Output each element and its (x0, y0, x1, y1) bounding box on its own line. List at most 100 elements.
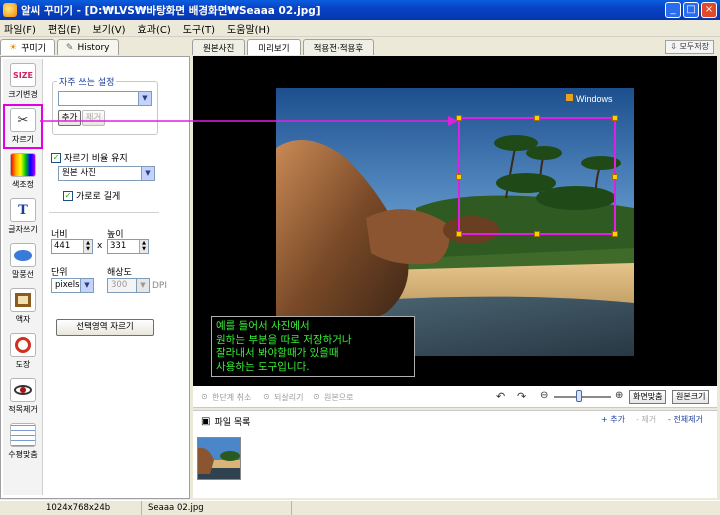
crop-handle-top-left[interactable] (456, 115, 462, 121)
menu-file[interactable]: 파일(F) (4, 21, 36, 36)
maximize-button[interactable]: □ (683, 2, 699, 18)
chevron-down-icon: ▼ (80, 279, 93, 292)
height-input[interactable]: 331 ▲ ▼ (107, 239, 149, 254)
tool-label: 글자쓰기 (8, 225, 38, 234)
fit-screen-button[interactable]: 화면맞춤 (629, 390, 667, 404)
keep-ratio-checkbox[interactable]: ✓ 자르기 비율 유지 (51, 151, 128, 164)
tool-crop[interactable]: ✂ 자르기 (3, 104, 43, 149)
file-thumbnail[interactable] (197, 437, 241, 480)
color-palette-icon (10, 153, 36, 177)
eye-icon (10, 378, 36, 402)
undo-step-button[interactable]: 한단계 취소 (212, 392, 251, 403)
tool-level[interactable]: 수평맞춤 (3, 419, 43, 464)
crop-handle-top-right[interactable] (612, 115, 618, 121)
zoom-out-icon[interactable]: ⊖ (540, 390, 548, 401)
presets-title: 자주 쓰는 설정 (57, 75, 117, 88)
menu-edit[interactable]: 편집(E) (48, 21, 81, 36)
resolution-select[interactable]: 300 ▼ (107, 278, 150, 293)
spinner-icon[interactable]: ▲ ▼ (139, 240, 148, 253)
crop-selection-button[interactable]: 선택영역 자르기 (56, 319, 154, 336)
tool-color-adjust[interactable]: 색조정 (3, 149, 43, 194)
tool-label: 액자 (15, 315, 31, 324)
undo-icon: ⊙ (201, 392, 208, 401)
crop-selection-box[interactable] (456, 115, 618, 237)
file-list-header: ▣ 파일 목록 (201, 415, 250, 428)
sun-icon: ☀ (9, 42, 18, 53)
ratio-value: 원본 사진 (62, 168, 96, 178)
remove-all-button[interactable]: - 전체제거 (668, 414, 703, 425)
crop-handle-right[interactable] (612, 174, 618, 180)
scissors-icon: ✂ (10, 108, 36, 132)
minimize-button[interactable]: _ (665, 2, 681, 18)
folder-icon: ▣ (201, 416, 211, 427)
tool-label: 도장 (15, 360, 31, 369)
close-button[interactable]: × (701, 2, 717, 18)
window-controls: _ □ × (665, 2, 717, 18)
tool-label: 적목제거 (8, 405, 38, 414)
remove-preset-button[interactable]: 제거 (82, 110, 105, 126)
tool-speech-bubble[interactable]: 말풍선 (3, 239, 43, 284)
redo-button[interactable]: 되살리기 (274, 392, 303, 403)
tool-red-eye[interactable]: 적목제거 (3, 374, 43, 419)
menu-bar: 파일(F) 편집(E) 보기(V) 효과(C) 도구(T) 도움말(H) (0, 20, 720, 37)
frame-icon (10, 288, 36, 312)
times-label: x (97, 241, 103, 251)
landscape-label: 가로로 길게 (76, 192, 121, 202)
redo-small-icon: ⊙ (263, 392, 270, 401)
keep-ratio-label: 자르기 비율 유지 (64, 154, 128, 164)
status-filename: Seaaa 02.jpg (142, 501, 292, 515)
windows-watermark: Windows (576, 94, 613, 104)
tool-resize[interactable]: SIZE 크기변경 (3, 59, 43, 104)
landscape-checkbox[interactable]: ✓ 가로로 길게 (63, 189, 120, 202)
revert-original-button[interactable]: 원본으로 (324, 392, 353, 403)
title-bar: 알씨 꾸미기 - [D:₩LVS₩바탕화면 배경화면₩Seaaa 02.jpg]… (0, 0, 720, 20)
tab-original[interactable]: 원본사진 (192, 39, 246, 55)
spinner-icon[interactable]: ▲ ▼ (83, 240, 92, 253)
unit-select[interactable]: pixels ▼ (51, 278, 94, 293)
crop-handle-top[interactable] (534, 115, 540, 121)
ratio-select[interactable]: 원본 사진 ▼ (58, 166, 155, 181)
add-file-button[interactable]: + 추가 (601, 414, 625, 425)
view-tabs: 원본사진 미리보기 적용전·적용후 (192, 39, 720, 56)
add-preset-button[interactable]: 추가 (58, 110, 81, 126)
tab-preview[interactable]: 미리보기 (247, 39, 301, 55)
crop-handle-bottom-left[interactable] (456, 231, 462, 237)
check-icon: ✓ (51, 152, 61, 163)
tool-text[interactable]: T 글자쓰기 (3, 194, 43, 239)
text-icon: T (10, 198, 36, 222)
remove-file-button[interactable]: - 제거 (636, 414, 656, 425)
rotate-left-icon[interactable]: ↶ (496, 390, 505, 403)
crop-handle-left[interactable] (456, 174, 462, 180)
tool-stamp[interactable]: 도장 (3, 329, 43, 374)
crop-handle-bottom[interactable] (534, 231, 540, 237)
status-bar: 1024x768x24b Seaaa 02.jpg (0, 500, 720, 515)
zoom-slider-handle[interactable] (576, 390, 582, 402)
tool-frame[interactable]: 액자 (3, 284, 43, 329)
tab-before-after[interactable]: 적용전·적용후 (302, 39, 375, 55)
menu-help[interactable]: 도움말(H) (227, 21, 270, 36)
app-icon (3, 3, 17, 17)
preview-canvas: Windows 예를 들어서 사진에서 원하는 부분을 따로 저장하거나 잘라내… (193, 56, 717, 386)
menu-effects[interactable]: 효과(C) (138, 21, 171, 36)
left-tabs: ☀ 꾸미기 ✎ History (0, 39, 190, 56)
tab-label: History (77, 42, 110, 53)
pencil-icon: ✎ (65, 42, 74, 53)
unit-label: 단위 (51, 268, 68, 278)
menu-tools[interactable]: 도구(T) (183, 21, 215, 36)
chevron-down-icon: ▼ (136, 279, 149, 292)
preset-select[interactable]: ▼ (58, 91, 152, 106)
tab-decorate[interactable]: ☀ 꾸미기 (0, 39, 55, 55)
save-all-button[interactable]: ⇩ 모두저장 (665, 40, 714, 54)
rotate-right-icon[interactable]: ↷ (517, 390, 526, 403)
menu-view[interactable]: 보기(V) (93, 21, 126, 36)
zoom-in-icon[interactable]: ⊕ (615, 390, 623, 401)
caption-line: 예를 들어서 사진에서 (216, 320, 310, 332)
zoom-slider-track[interactable] (554, 396, 611, 398)
crop-handle-bottom-right[interactable] (612, 231, 618, 237)
original-size-button[interactable]: 원본크기 (672, 390, 710, 404)
width-input[interactable]: 441 ▲ ▼ (51, 239, 93, 254)
file-list-panel: ▣ 파일 목록 + 추가 - 제거 - 전체제거 (193, 410, 717, 498)
size-icon: SIZE (10, 63, 36, 87)
tab-history[interactable]: ✎ History (56, 39, 119, 55)
chevron-down-icon: ▼ (141, 167, 154, 180)
